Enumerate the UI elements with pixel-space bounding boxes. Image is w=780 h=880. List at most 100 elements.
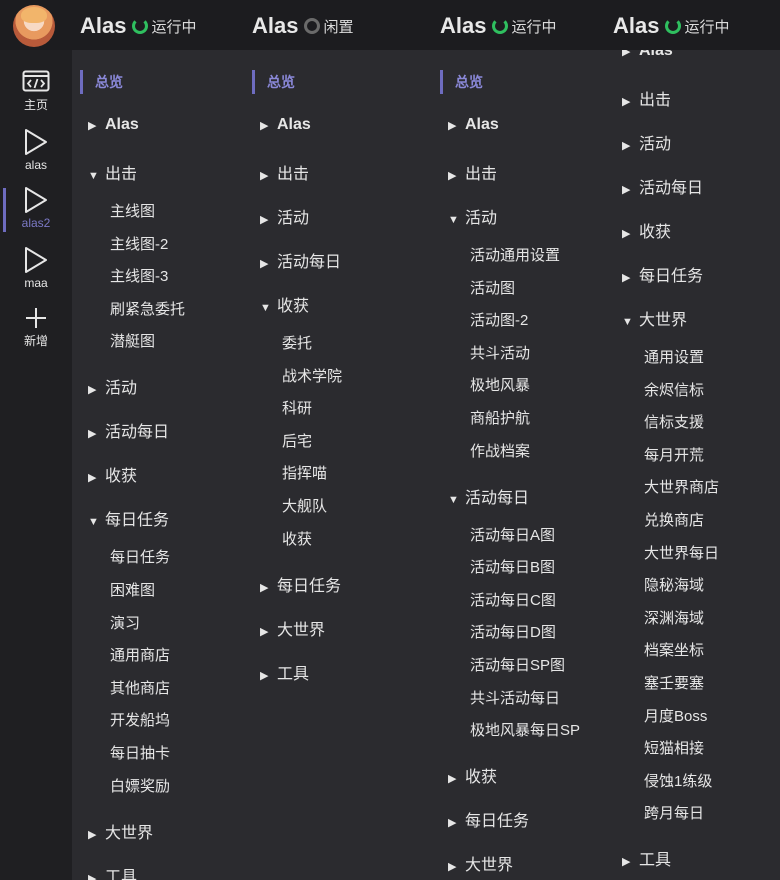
menu-sub-item[interactable]: 主线图-3 xyxy=(110,265,168,286)
menu-sub-item[interactable]: 活动每日A图 xyxy=(470,524,555,545)
menu-sub-item[interactable]: 活动每日SP图 xyxy=(470,654,565,675)
menu-sub-item[interactable]: 委托 xyxy=(282,332,312,353)
menu-sub-item[interactable]: 短猫相接 xyxy=(644,737,704,758)
nav-home[interactable]: 主页 xyxy=(0,70,72,113)
menu-group[interactable]: ▶ 活动 xyxy=(88,374,137,398)
menu-sub-item[interactable]: 演习 xyxy=(110,612,140,633)
menu-group[interactable]: ▶ 大世界 xyxy=(448,851,513,875)
menu-sub-item[interactable]: 极地风暴每日SP xyxy=(470,719,580,740)
avatar[interactable] xyxy=(13,5,55,47)
menu-sub-item[interactable]: 困难图 xyxy=(110,579,155,600)
menu-sub-item[interactable]: 活动图-2 xyxy=(470,309,528,330)
menu-group[interactable]: ▶ 每日任务 xyxy=(448,807,529,831)
menu-group[interactable]: ▼ 出击 xyxy=(88,160,137,184)
instance-status-2[interactable]: Alas 闲置 xyxy=(252,12,354,40)
menu-sub-item[interactable]: 活动每日D图 xyxy=(470,621,556,642)
nav-add[interactable]: 新增 xyxy=(0,306,72,349)
menu-group[interactable]: ▶ 出击 xyxy=(448,160,497,184)
caret-right-icon: ▶ xyxy=(622,228,631,240)
instance-status-4[interactable]: Alas 运行中 xyxy=(613,12,730,40)
menu-sub-item[interactable]: 塞壬要塞 xyxy=(644,672,704,693)
menu-group[interactable]: ▶ 活动每日 xyxy=(260,248,341,272)
menu-sub-item[interactable]: 共斗活动 xyxy=(470,342,530,363)
menu-group[interactable]: ▶ 活动每日 xyxy=(622,174,703,198)
menu-group[interactable]: ▶ 活动 xyxy=(622,130,671,154)
menu-sub-item[interactable]: 收获 xyxy=(282,528,312,549)
menu-sub-item[interactable]: 作战档案 xyxy=(470,440,530,461)
menu-group[interactable]: ▶ Alas xyxy=(260,116,311,134)
menu-group-label: 活动 xyxy=(465,210,498,227)
menu-sub-item[interactable]: 白嫖奖励 xyxy=(110,775,170,796)
menu-sub-item[interactable]: 每日抽卡 xyxy=(110,742,170,763)
menu-sub-item[interactable]: 活动每日B图 xyxy=(470,556,555,577)
menu-group[interactable]: ▶ 收获 xyxy=(448,763,497,787)
menu-sub-item[interactable]: 跨月每日 xyxy=(644,802,704,823)
menu-sub-item[interactable]: 后宅 xyxy=(282,430,312,451)
menu-sub-item[interactable]: 刷紧急委托 xyxy=(110,298,185,319)
nav-alas2[interactable]: alas2 xyxy=(0,186,72,232)
menu-group-label: Alas xyxy=(105,116,139,133)
menu-group[interactable]: ▼ 活动 xyxy=(448,204,497,228)
menu-sub-item[interactable]: 深渊海域 xyxy=(644,607,704,628)
overview-header[interactable]: 总览 xyxy=(440,70,483,94)
menu-sub-item[interactable]: 指挥喵 xyxy=(282,462,327,483)
menu-sub-item[interactable]: 活动每日C图 xyxy=(470,589,556,610)
menu-sub-item[interactable]: 大舰队 xyxy=(282,495,327,516)
nav-alas[interactable]: alas xyxy=(0,128,72,172)
menu-sub-item[interactable]: 极地风暴 xyxy=(470,374,530,395)
menu-sub-item[interactable]: 主线图-2 xyxy=(110,233,168,254)
menu-group[interactable]: ▶ 收获 xyxy=(88,462,137,486)
menu-group-label: 出击 xyxy=(105,166,138,183)
menu-sub-item[interactable]: 开发船坞 xyxy=(110,709,170,730)
menu-sub-item[interactable]: 大世界每日 xyxy=(644,542,719,563)
instance-status-1[interactable]: Alas 运行中 xyxy=(80,12,197,40)
menu-sub-item[interactable]: 共斗活动每日 xyxy=(470,687,560,708)
menu-sub-item[interactable]: 信标支援 xyxy=(644,411,704,432)
menu-group[interactable]: ▶ 大世界 xyxy=(260,616,325,640)
menu-group[interactable]: ▶ 活动 xyxy=(260,204,309,228)
menu-group-label: 大世界 xyxy=(639,312,688,329)
menu-sub-item[interactable]: 活动通用设置 xyxy=(470,244,560,265)
menu-sub-item[interactable]: 科研 xyxy=(282,397,312,418)
menu-sub-item[interactable]: 月度Boss xyxy=(644,705,707,726)
menu-sub-item[interactable]: 潜艇图 xyxy=(110,330,155,351)
menu-group[interactable]: ▶ 收获 xyxy=(622,218,671,242)
menu-sub-item[interactable]: 余烬信标 xyxy=(644,379,704,400)
nav-maa[interactable]: maa xyxy=(0,246,72,290)
menu-sub-item[interactable]: 每月开荒 xyxy=(644,444,704,465)
overview-header[interactable]: 总览 xyxy=(252,70,295,94)
menu-group[interactable]: ▶ 工具 xyxy=(622,846,671,870)
menu-group[interactable]: ▶ 活动每日 xyxy=(88,418,169,442)
menu-group[interactable]: ▼ 大世界 xyxy=(622,306,687,330)
caret-right-icon: ▶ xyxy=(448,170,457,182)
menu-sub-item[interactable]: 侵蚀1练级 xyxy=(644,770,712,791)
instance-status-3[interactable]: Alas 运行中 xyxy=(440,12,557,40)
menu-group[interactable]: ▶ 出击 xyxy=(622,86,671,110)
menu-sub-item[interactable]: 通用商店 xyxy=(110,644,170,665)
menu-group[interactable]: ▶ 每日任务 xyxy=(260,572,341,596)
menu-group[interactable]: ▼ 收获 xyxy=(260,292,309,316)
menu-sub-item[interactable]: 主线图 xyxy=(110,200,155,221)
menu-sub-item[interactable]: 档案坐标 xyxy=(644,639,704,660)
menu-sub-item[interactable]: 战术学院 xyxy=(282,365,342,386)
menu-group[interactable]: ▶ Alas xyxy=(448,116,499,134)
menu-sub-item[interactable]: 每日任务 xyxy=(110,546,170,567)
nav-alas-label: alas xyxy=(24,158,47,172)
menu-group[interactable]: ▶ Alas xyxy=(88,116,139,134)
menu-group[interactable]: ▼ 活动每日 xyxy=(448,484,529,508)
menu-group[interactable]: ▶ 每日任务 xyxy=(622,262,703,286)
menu-sub-item[interactable]: 通用设置 xyxy=(644,346,704,367)
menu-sub-item[interactable]: 兑换商店 xyxy=(644,509,704,530)
menu-sub-item[interactable]: 活动图 xyxy=(470,277,515,298)
menu-group[interactable]: ▶ 出击 xyxy=(260,160,309,184)
menu-group[interactable]: ▶ 工具 xyxy=(260,660,309,684)
menu-sub-item[interactable]: 隐秘海域 xyxy=(644,574,704,595)
menu-group[interactable]: ▶ 大世界 xyxy=(88,819,153,843)
menu-group[interactable]: ▶ Alas xyxy=(622,50,673,60)
menu-sub-item[interactable]: 其他商店 xyxy=(110,677,170,698)
menu-group[interactable]: ▼ 每日任务 xyxy=(88,506,169,530)
overview-header[interactable]: 总览 xyxy=(80,70,123,94)
menu-sub-item[interactable]: 商船护航 xyxy=(470,407,530,428)
menu-group[interactable]: ▶ 工具 xyxy=(88,863,137,880)
menu-sub-item[interactable]: 大世界商店 xyxy=(644,476,719,497)
